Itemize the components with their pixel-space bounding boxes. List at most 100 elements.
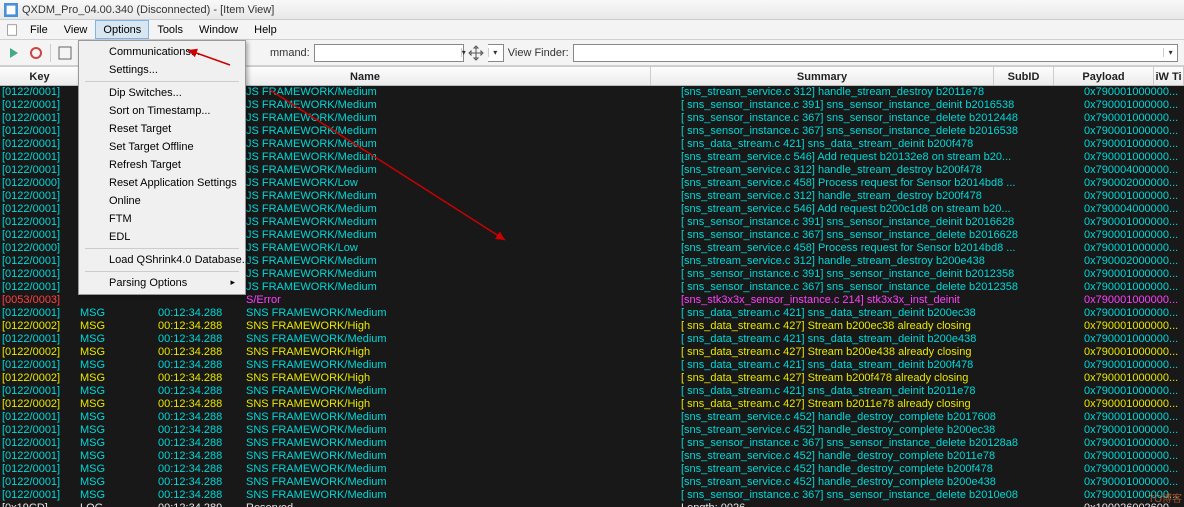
log-row[interactable]: [0122/0002]MSG00:12:34.288SNS FRAMEWORK/… <box>0 346 1184 359</box>
cell-type: MSG <box>80 346 158 359</box>
cell-summary: [ sns_data_stream.c 427] Stream b200ec38… <box>681 320 1024 333</box>
cell-subid <box>1024 229 1084 242</box>
cell-subid <box>1024 112 1084 125</box>
cell-name: JS FRAMEWORK/Medium <box>246 86 681 99</box>
log-row[interactable]: [0122/0002]MSG00:12:34.288SNS FRAMEWORK/… <box>0 372 1184 385</box>
cell-subid <box>1024 268 1084 281</box>
cell-name: SNS FRAMEWORK/High <box>246 320 681 333</box>
cell-payload: 0x790001000000... <box>1084 320 1184 333</box>
menu-item-edl[interactable]: EDL <box>81 228 243 246</box>
cell-name: SNS FRAMEWORK/High <box>246 346 681 359</box>
header-payload[interactable]: Payload <box>1054 67 1154 85</box>
command-input[interactable] <box>315 45 461 61</box>
log-row[interactable]: [0x19CD]LOG00:12:34.289ReservedLength: 0… <box>0 502 1184 507</box>
cell-payload: 0x790001000000... <box>1084 476 1184 489</box>
menu-item-parsing-options[interactable]: Parsing Options▸ <box>81 274 243 292</box>
menu-item-load-qshrink4-0-database[interactable]: Load QShrink4.0 Database... <box>81 251 243 269</box>
menu-view[interactable]: View <box>56 20 96 39</box>
menu-item-set-target-offline[interactable]: Set Target Offline <box>81 138 243 156</box>
cell-payload: 0x790001000000... <box>1084 242 1184 255</box>
move-button[interactable] <box>466 43 486 63</box>
log-row[interactable]: [0122/0001]MSG00:12:34.288SNS FRAMEWORK/… <box>0 450 1184 463</box>
cell-key: [0122/0001] <box>0 268 80 281</box>
toolbar-button-3[interactable] <box>55 43 75 63</box>
menu-file[interactable]: File <box>22 20 56 39</box>
cell-name: S/Error <box>246 294 681 307</box>
cell-subid <box>1024 359 1084 372</box>
cell-payload: 0x790001000000... <box>1084 359 1184 372</box>
menu-item-sort-on-timestamp[interactable]: Sort on Timestamp... <box>81 102 243 120</box>
cell-subid <box>1024 398 1084 411</box>
cell-timestamp: 00:12:34.288 <box>158 333 246 346</box>
viewfinder-input[interactable] <box>574 45 1164 61</box>
cell-payload: 0x790001000000... <box>1084 424 1184 437</box>
command-combo[interactable]: ▾ <box>314 44 464 62</box>
log-row[interactable]: [0122/0001]MSG00:12:34.288SNS FRAMEWORK/… <box>0 437 1184 450</box>
cell-summary: [sns_stream_service.c 546] Add request b… <box>681 151 1024 164</box>
menu-item-reset-target[interactable]: Reset Target <box>81 120 243 138</box>
cell-name: SNS FRAMEWORK/Medium <box>246 424 681 437</box>
cell-subid <box>1024 385 1084 398</box>
cell-key: [0122/0001] <box>0 216 80 229</box>
menu-options[interactable]: Options <box>95 20 149 39</box>
cell-name: SNS FRAMEWORK/High <box>246 398 681 411</box>
menu-tools[interactable]: Tools <box>149 20 191 39</box>
cell-key: [0122/0002] <box>0 398 80 411</box>
toolbar-button-1[interactable] <box>4 43 24 63</box>
options-menu: Communications...Settings... Dip Switches… <box>78 40 246 295</box>
menu-window[interactable]: Window <box>191 20 246 39</box>
log-row[interactable]: [0122/0001]MSG00:12:34.288SNS FRAMEWORK/… <box>0 489 1184 502</box>
cell-payload: 0x790004000000... <box>1084 203 1184 216</box>
chevron-down-icon[interactable]: ▾ <box>488 48 502 57</box>
cell-key: [0122/0002] <box>0 346 80 359</box>
chevron-down-icon[interactable]: ▾ <box>1163 48 1177 57</box>
cell-key: [0122/0001] <box>0 307 80 320</box>
menu-item-reset-application-settings[interactable]: Reset Application Settings <box>81 174 243 192</box>
cell-payload: 0x790001000000... <box>1084 99 1184 112</box>
menu-item-refresh-target[interactable]: Refresh Target <box>81 156 243 174</box>
cell-key: [0122/0001] <box>0 86 80 99</box>
cell-name: JS FRAMEWORK/Medium <box>246 203 681 216</box>
viewfinder-label: View Finder: <box>508 47 569 59</box>
cell-name: JS FRAMEWORK/Medium <box>246 112 681 125</box>
log-row[interactable]: [0122/0002]MSG00:12:34.288SNS FRAMEWORK/… <box>0 320 1184 333</box>
header-subid[interactable]: SubID <box>994 67 1054 85</box>
cell-payload: 0x790001000000... <box>1084 398 1184 411</box>
log-row[interactable]: [0053/0003]S/Error[sns_stk3x3x_sensor_in… <box>0 294 1184 307</box>
log-row[interactable]: [0122/0001]MSG00:12:34.288SNS FRAMEWORK/… <box>0 385 1184 398</box>
cell-payload: 0x790001000000... <box>1084 138 1184 151</box>
command-label: mmand: <box>270 47 310 59</box>
menu-item-communications[interactable]: Communications... <box>81 43 243 61</box>
log-row[interactable]: [0122/0001]MSG00:12:34.288SNS FRAMEWORK/… <box>0 424 1184 437</box>
toolbar-button-2[interactable] <box>26 43 46 63</box>
cell-summary: [sns_stream_service.c 312] handle_stream… <box>681 190 1024 203</box>
header-key[interactable]: Key <box>0 67 80 85</box>
cell-name: JS FRAMEWORK/Medium <box>246 125 681 138</box>
menu-item-dip-switches[interactable]: Dip Switches... <box>81 84 243 102</box>
log-row[interactable]: [0122/0001]MSG00:12:34.288SNS FRAMEWORK/… <box>0 333 1184 346</box>
log-row[interactable]: [0122/0001]MSG00:12:34.288SNS FRAMEWORK/… <box>0 359 1184 372</box>
cell-summary: Length: 0026 <box>681 502 1024 507</box>
header-hw[interactable]: iW Ti <box>1154 67 1184 85</box>
log-row[interactable]: [0122/0001]MSG00:12:34.288SNS FRAMEWORK/… <box>0 463 1184 476</box>
header-summary[interactable]: Summary <box>651 67 994 85</box>
cell-key: [0122/0001] <box>0 164 80 177</box>
cell-key: [0122/0001] <box>0 255 80 268</box>
menubar: FileViewOptionsToolsWindowHelp <box>0 20 1184 40</box>
log-row[interactable]: [0122/0001]MSG00:12:34.288SNS FRAMEWORK/… <box>0 307 1184 320</box>
cell-summary: [ sns_data_stream.c 421] sns_data_stream… <box>681 307 1024 320</box>
log-row[interactable]: [0122/0002]MSG00:12:34.288SNS FRAMEWORK/… <box>0 398 1184 411</box>
cell-key: [0053/0003] <box>0 294 80 307</box>
log-row[interactable]: [0122/0001]MSG00:12:34.288SNS FRAMEWORK/… <box>0 411 1184 424</box>
move-combo[interactable]: ▾ <box>488 44 504 62</box>
cell-type: MSG <box>80 359 158 372</box>
cell-payload: 0x790001000000... <box>1084 450 1184 463</box>
viewfinder-combo[interactable]: ▾ <box>573 44 1178 62</box>
menu-item-ftm[interactable]: FTM <box>81 210 243 228</box>
menu-item-online[interactable]: Online <box>81 192 243 210</box>
log-row[interactable]: [0122/0001]MSG00:12:34.288SNS FRAMEWORK/… <box>0 476 1184 489</box>
play-icon <box>7 46 21 60</box>
menu-item-settings[interactable]: Settings... <box>81 61 243 79</box>
cell-name: SNS FRAMEWORK/Medium <box>246 463 681 476</box>
menu-help[interactable]: Help <box>246 20 285 39</box>
